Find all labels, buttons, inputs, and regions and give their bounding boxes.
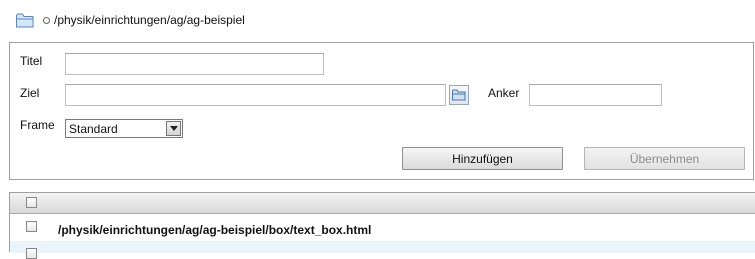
breadcrumb-path[interactable]: /physik/einrichtungen/ag/ag-beispiel: [54, 13, 245, 27]
titel-input[interactable]: [65, 53, 324, 75]
apply-button[interactable]: Übernehmen: [584, 147, 745, 170]
browse-folder-button[interactable]: [449, 85, 469, 105]
folder-icon: [452, 89, 466, 101]
add-button[interactable]: Hinzufügen: [402, 147, 563, 170]
select-all-checkbox[interactable]: [26, 197, 37, 208]
folder-icon[interactable]: [16, 13, 34, 28]
frame-select[interactable]: Standard: [65, 119, 183, 138]
link-form-panel: Titel Ziel Anker Frame Standard Hinzufüg…: [9, 42, 754, 180]
list-item[interactable]: [10, 241, 755, 259]
row-checkbox[interactable]: [26, 248, 37, 259]
row-path: /physik/einrichtungen/ag/ag-beispiel/box…: [58, 223, 372, 237]
anker-label: Anker: [488, 86, 520, 100]
list-item[interactable]: /physik/einrichtungen/ag/ag-beispiel/box…: [10, 214, 755, 241]
breadcrumb: /physik/einrichtungen/ag/ag-beispiel: [16, 11, 245, 29]
bullet-icon: [43, 17, 50, 24]
chevron-down-icon[interactable]: [166, 121, 181, 136]
frame-select-value: Standard: [69, 121, 118, 136]
row-checkbox[interactable]: [26, 221, 37, 232]
frame-label: Frame: [20, 118, 55, 132]
list-header: [10, 193, 755, 214]
link-list: /physik/einrichtungen/ag/ag-beispiel/box…: [9, 192, 755, 259]
anker-input[interactable]: [529, 84, 662, 106]
ziel-input[interactable]: [65, 84, 446, 106]
titel-label: Titel: [20, 54, 43, 68]
ziel-label: Ziel: [20, 86, 40, 100]
